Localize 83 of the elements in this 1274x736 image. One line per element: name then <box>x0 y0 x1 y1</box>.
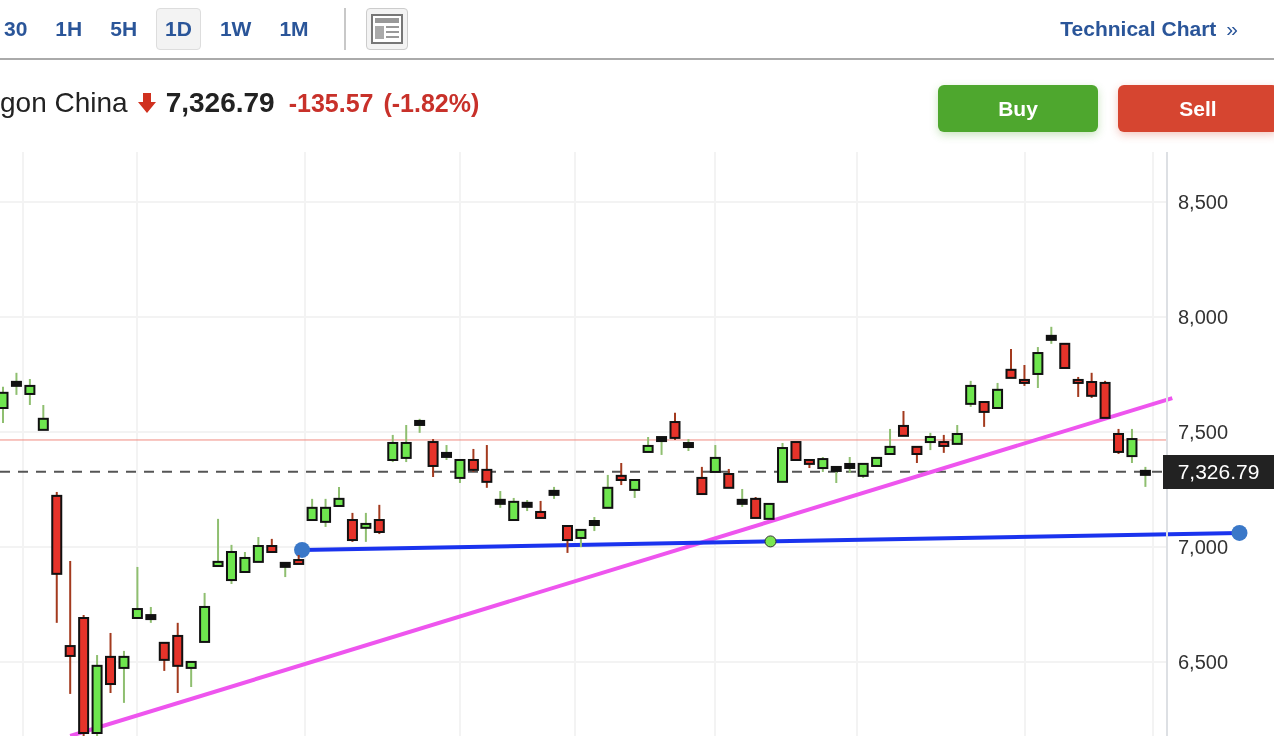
trend-line[interactable] <box>69 396 1173 736</box>
candlestick <box>1099 379 1111 419</box>
layout-button[interactable] <box>365 8 408 50</box>
candlestick <box>306 497 318 521</box>
candlestick <box>1059 342 1071 369</box>
candlestick <box>642 436 654 453</box>
candlestick <box>1018 364 1030 387</box>
candlestick <box>293 554 305 565</box>
axis-label: 6,500 <box>1178 650 1229 673</box>
candlestick <box>158 641 170 672</box>
candlestick <box>777 441 788 483</box>
candlestick <box>118 649 130 704</box>
candlestick <box>199 591 211 643</box>
axis-label: 7,000 <box>1178 535 1229 558</box>
candlestick <box>817 456 829 473</box>
candlestick <box>24 378 36 406</box>
candlestick <box>992 381 1004 409</box>
candlestick <box>575 528 587 549</box>
candlestick <box>629 479 641 499</box>
price-change: -135.57 <box>288 88 374 118</box>
candlestick <box>279 561 291 579</box>
candlestick <box>898 410 909 437</box>
timeframe-tab[interactable]: 30 <box>0 8 37 50</box>
candlestick <box>467 447 479 473</box>
axis-label: 8,500 <box>1178 190 1229 213</box>
candlestick <box>1113 427 1124 455</box>
candlestick <box>562 525 573 554</box>
last-price-label: 7,326.79 <box>1163 454 1274 489</box>
candlestick <box>239 551 251 573</box>
candlestick <box>360 511 372 543</box>
candlestick <box>535 499 547 519</box>
candlestick <box>857 462 869 479</box>
candlestick <box>145 605 157 624</box>
candlestick <box>723 467 735 489</box>
candlestick <box>252 536 264 563</box>
candlestick <box>441 444 452 461</box>
candlestick <box>965 379 977 408</box>
candlestick <box>37 404 49 431</box>
candlestick <box>373 503 385 536</box>
timeframe-tab[interactable]: 1H <box>46 8 92 50</box>
candlestick <box>1086 371 1098 399</box>
axis-label: 7,500 <box>1178 420 1229 443</box>
candlestick <box>131 565 143 619</box>
candlestick <box>736 487 748 508</box>
candlestick <box>978 401 990 428</box>
candlestick <box>427 438 439 478</box>
timeframe-tab[interactable]: 5H <box>101 8 147 50</box>
candlestick <box>346 511 358 543</box>
axis-label: 8,000 <box>1178 305 1229 328</box>
candlestick <box>320 497 332 528</box>
trend-line[interactable] <box>294 524 1248 558</box>
candlestick <box>226 543 237 585</box>
layout-icon <box>370 14 403 44</box>
candlestick <box>696 465 708 496</box>
candlestick <box>387 433 399 464</box>
candlestick <box>454 459 466 484</box>
candlestick <box>1005 347 1017 379</box>
timeframe-tab[interactable]: 1D <box>156 8 201 50</box>
instrument-name: gon China <box>0 87 128 119</box>
timeframe-tab[interactable]: 1W <box>210 8 261 50</box>
candlestick <box>911 445 923 464</box>
candlestick <box>830 465 842 484</box>
percent-change: (-1.82%) <box>383 88 480 118</box>
timeframe-tab[interactable]: 1M <box>270 8 318 50</box>
candlestick <box>951 424 963 445</box>
candlestick <box>414 417 426 434</box>
candlestick <box>750 496 762 519</box>
candlestick <box>105 631 116 694</box>
candlestick <box>1072 375 1084 398</box>
candlestick <box>924 431 936 452</box>
candlestick <box>266 537 278 553</box>
candlestick <box>763 502 775 520</box>
candlestick <box>938 433 950 454</box>
candlestick <box>333 485 345 507</box>
candlestick <box>844 456 856 474</box>
candlestick <box>709 444 721 473</box>
technical-chart-link[interactable]: Technical Chart » <box>1060 17 1238 41</box>
candlestick <box>588 516 600 533</box>
candlestick <box>212 517 224 567</box>
sell-button[interactable]: Sell <box>1118 85 1274 132</box>
last-price: 7,326.79 <box>165 87 275 119</box>
candlestick <box>400 424 412 464</box>
down-arrow-icon <box>137 93 156 113</box>
